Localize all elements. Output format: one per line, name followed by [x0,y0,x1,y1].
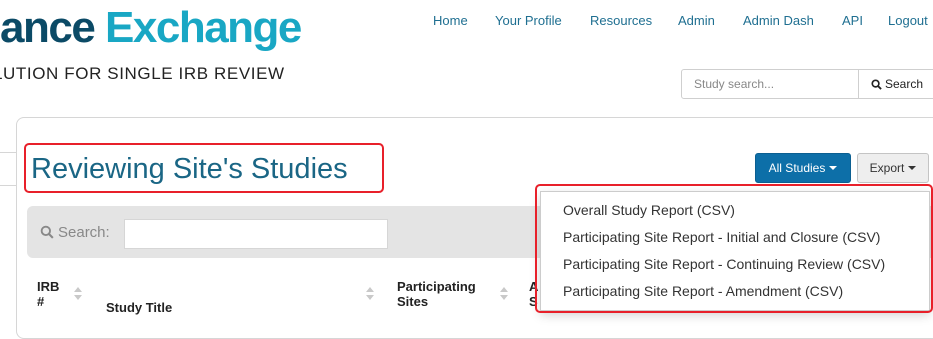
column-header-irb-line2: # [37,294,45,309]
sort-icon[interactable] [366,287,374,301]
table-search-label: Search: [40,224,110,241]
chevron-down-icon [829,166,838,170]
nav-your-profile-link[interactable]: Your Profile [495,13,562,28]
sort-icon[interactable] [500,287,508,301]
all-studies-label: All Studies [768,161,826,175]
title-highlight-annotation [24,143,384,193]
table-search-input[interactable] [124,219,388,249]
study-search-input[interactable] [681,69,859,99]
menu-highlight-annotation [535,184,933,313]
sort-icon[interactable] [74,287,82,301]
column-header-participating-sites[interactable]: Participating Sites [397,279,476,309]
top-nav: Home Your Profile Resources Admin Admin … [0,13,933,33]
nav-api-link[interactable]: API [842,13,863,28]
search-icon [871,79,882,90]
panel-divider [0,152,16,186]
table-search-label-text: Search: [58,224,110,241]
nav-admin-link[interactable]: Admin [678,13,715,28]
nav-home-link[interactable]: Home [433,13,468,28]
study-search-button-label: Search [885,77,924,91]
nav-resources-link[interactable]: Resources [590,13,652,28]
column-header-sites-line1: Participating [397,279,476,294]
nav-logout-link[interactable]: Logout [888,13,928,28]
search-icon [40,225,54,239]
column-header-irb-line1: IRB [37,279,60,294]
study-search-button[interactable]: Search [859,69,933,99]
column-header-study-title[interactable]: Study Title [106,300,172,315]
all-studies-dropdown-button[interactable]: All Studies [755,153,851,183]
nav-admin-dash-link[interactable]: Admin Dash [743,13,814,28]
export-label: Export [869,161,905,175]
brand-tagline: LUTION FOR SINGLE IRB REVIEW [0,64,285,83]
chevron-down-icon [908,166,917,170]
column-header-sites-line2: Sites [397,294,429,309]
export-dropdown-button[interactable]: Export [857,153,929,183]
column-header-irb[interactable]: IRB # [37,279,59,309]
